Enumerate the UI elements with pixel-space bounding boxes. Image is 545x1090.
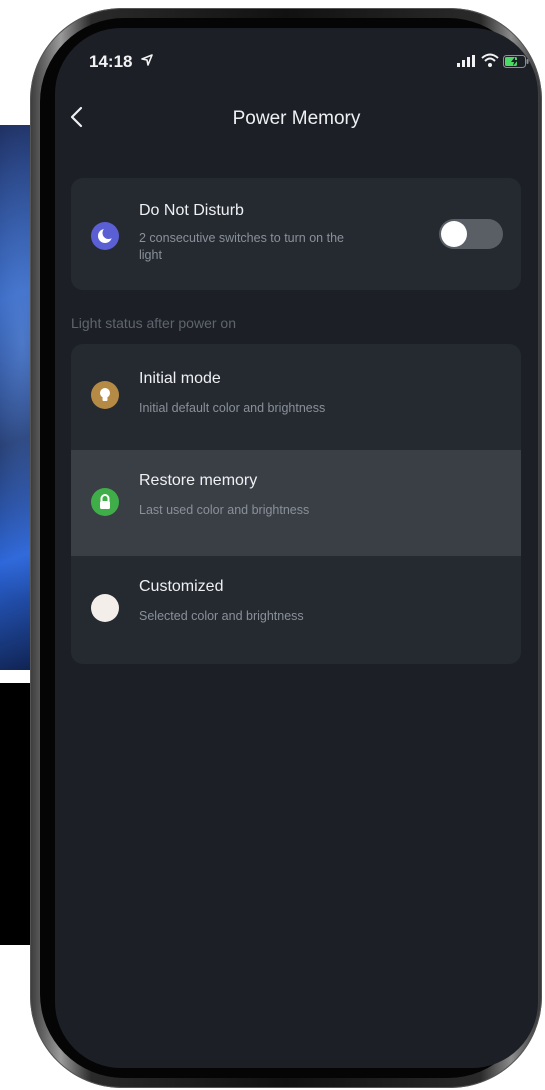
toggle-knob <box>441 221 467 247</box>
section-label: Light status after power on <box>71 315 236 331</box>
light-status-options-card: Initial mode Initial default color and b… <box>71 344 521 664</box>
lock-icon <box>91 488 119 516</box>
app-screen: 14:18 Power Memory Do Not Disturb 2 cons… <box>55 28 538 1068</box>
option-initial-mode[interactable]: Initial mode Initial default color and b… <box>71 344 521 450</box>
option-title: Customized <box>139 578 224 595</box>
battery-charging-icon <box>503 55 529 68</box>
dnd-title: Do Not Disturb <box>139 202 244 219</box>
color-dot-icon <box>91 594 119 622</box>
option-subtitle: Last used color and brightness <box>139 503 310 517</box>
dnd-subtitle-line2: light <box>139 248 162 262</box>
dnd-toggle[interactable] <box>439 219 503 249</box>
status-bar: 14:18 <box>55 28 538 84</box>
page-title: Power Memory <box>232 108 361 129</box>
dnd-subtitle-line1: 2 consecutive switches to turn on the <box>139 231 344 245</box>
option-restore-memory[interactable]: Restore memory Last used color and brigh… <box>71 450 521 556</box>
cellular-signal-icon <box>457 55 475 67</box>
do-not-disturb-card: Do Not Disturb 2 consecutive switches to… <box>71 178 521 290</box>
location-arrow-icon <box>141 54 153 66</box>
option-subtitle: Selected color and brightness <box>139 609 304 623</box>
status-time: 14:18 <box>89 52 133 71</box>
option-title: Initial mode <box>139 370 221 387</box>
wifi-icon <box>481 53 499 67</box>
option-subtitle: Initial default color and brightness <box>139 401 326 415</box>
option-title: Restore memory <box>139 472 258 489</box>
option-customized[interactable]: Customized Selected color and brightness <box>71 556 521 664</box>
bulb-icon <box>91 381 119 409</box>
moon-icon <box>91 222 119 250</box>
